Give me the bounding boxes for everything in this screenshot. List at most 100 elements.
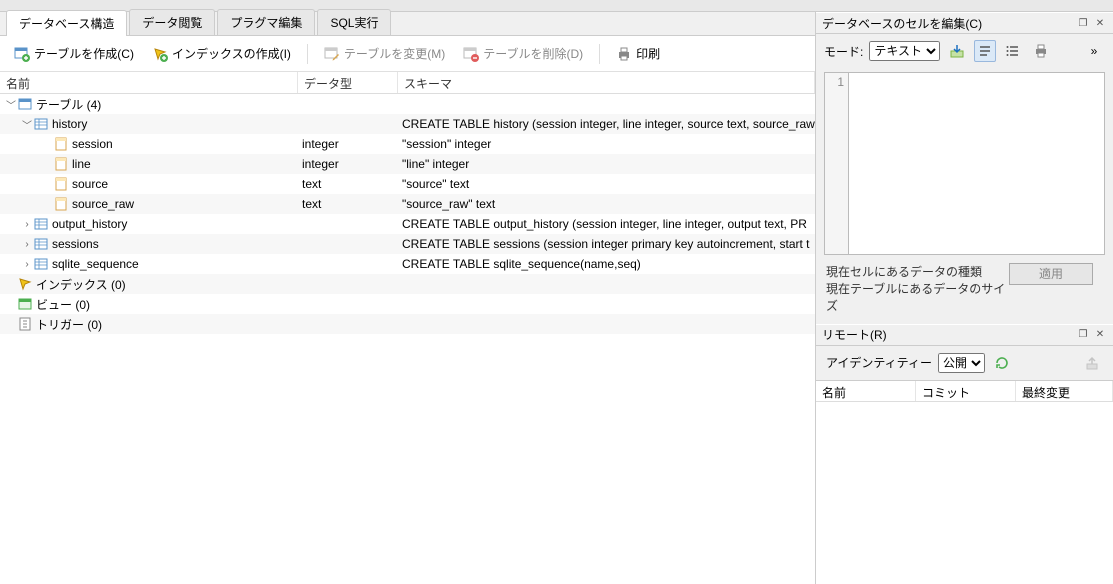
left-pane: データベース構造 データ閲覧 プラグマ編集 SQL実行 テーブルを作成(C) イ… [0,12,816,584]
cell-status: 適用 現在セルにあるデータの種類 現在テーブルにあるデータのサイズ [816,259,1113,318]
right-pane: データベースのセルを編集(C) ❐ ✕ モード: テキスト » 1 適用 現在セ… [816,12,1113,584]
node-schema: CREATE TABLE sqlite_sequence(name,seq) [398,257,815,271]
tab-sql[interactable]: SQL実行 [317,9,391,35]
node-schema: "session" integer [398,137,815,151]
tab-browse[interactable]: データ閲覧 [129,9,215,35]
expander-icon[interactable]: › [20,259,34,270]
tree-node-column[interactable]: line integer "line" integer [0,154,815,174]
column-icon [54,177,68,191]
tab-structure[interactable]: データベース構造 [6,10,127,36]
node-schema: CREATE TABLE output_history (session int… [398,217,815,231]
node-label: インデックス (0) [36,276,126,293]
tree-body: ﹀ テーブル (4) ﹀ history [0,94,815,584]
edit-cell-toolbar: モード: テキスト » [816,34,1113,68]
node-label: テーブル (4) [36,96,101,113]
expander-icon[interactable]: › [20,239,34,250]
more-icon[interactable]: » [1083,40,1105,62]
close-icon[interactable]: ✕ [1093,328,1107,342]
table-delete-icon [463,46,479,62]
remote-list [816,402,1113,584]
node-label: トリガー (0) [36,316,102,333]
node-schema: "source_raw" text [398,197,815,211]
tab-pragma[interactable]: プラグマ編集 [217,9,315,35]
modify-table-label: テーブルを変更(M) [344,45,445,62]
tree-node-sqlite-sequence[interactable]: › sqlite_sequence CREATE TABLE sqlite_se… [0,254,815,274]
remote-header-commit[interactable]: コミット [916,381,1016,401]
import-icon[interactable] [946,40,968,62]
editor-textarea[interactable] [848,72,1105,255]
node-schema: "source" text [398,177,815,191]
node-label: sqlite_sequence [52,257,139,271]
table-icon [34,237,48,251]
toolbar-separator [307,44,308,64]
push-icon[interactable] [1081,352,1103,374]
tree-header-schema[interactable]: スキーマ [398,72,815,93]
panel-title-text: リモート(R) [822,326,887,343]
tree-node-sessions[interactable]: › sessions CREATE TABLE sessions (sessio… [0,234,815,254]
create-index-button[interactable]: インデックスの作成(I) [146,42,297,65]
close-icon[interactable]: ✕ [1093,16,1107,30]
apply-button[interactable]: 適用 [1009,263,1093,285]
text-format-icon[interactable] [974,40,996,62]
node-schema: CREATE TABLE sessions (session integer p… [398,237,815,251]
create-table-button[interactable]: テーブルを作成(C) [8,42,140,65]
remote-header-modified[interactable]: 最終変更 [1016,381,1113,401]
column-icon [54,157,68,171]
list-format-icon[interactable] [1002,40,1024,62]
tree-node-views[interactable]: ビュー (0) [0,294,815,314]
node-type: integer [298,157,398,171]
editor-gutter: 1 [824,72,848,255]
cell-editor: 1 [816,68,1113,259]
remote-table-header: 名前 コミット 最終変更 [816,380,1113,402]
table-edit-icon [324,46,340,62]
tree-node-indices[interactable]: インデックス (0) [0,274,815,294]
printer-icon [616,46,632,62]
tree-node-history[interactable]: ﹀ history CREATE TABLE history (session … [0,114,815,134]
undock-icon[interactable]: ❐ [1076,16,1090,30]
identity-label: アイデンティティー [826,354,932,371]
node-label: source [72,177,108,191]
tree-node-column[interactable]: source_raw text "source_raw" text [0,194,815,214]
tabstrip: データベース構造 データ閲覧 プラグマ編集 SQL実行 [0,12,815,36]
create-index-label: インデックスの作成(I) [172,45,291,62]
tree-node-column[interactable]: session integer "session" integer [0,134,815,154]
node-label: history [52,117,87,131]
delete-table-button[interactable]: テーブルを削除(D) [457,42,589,65]
column-icon [54,137,68,151]
node-schema: "line" integer [398,157,815,171]
tree-node-column[interactable]: source text "source" text [0,174,815,194]
view-icon [18,297,32,311]
print-button[interactable]: 印刷 [610,42,666,65]
status-size-text: 現在テーブルにあるデータのサイズ [826,280,1103,314]
refresh-icon[interactable] [991,352,1013,374]
node-schema: CREATE TABLE history (session integer, l… [398,117,815,131]
tree-node-triggers[interactable]: トリガー (0) [0,314,815,334]
expander-icon[interactable]: › [20,219,34,230]
identity-select[interactable]: 公開 [938,353,985,373]
tree-header-type[interactable]: データ型 [298,72,398,93]
mode-label: モード: [824,43,863,60]
remote-header-name[interactable]: 名前 [816,381,916,401]
expander-icon[interactable]: ﹀ [4,97,18,112]
mode-select[interactable]: テキスト [869,41,940,61]
tree-node-output-history[interactable]: › output_history CREATE TABLE output_his… [0,214,815,234]
print-cell-icon[interactable] [1030,40,1052,62]
table-group-icon [18,97,32,111]
table-icon [34,117,48,131]
node-label: session [72,137,113,151]
tree-header-name[interactable]: 名前 [0,72,298,93]
tree-node-tables[interactable]: ﹀ テーブル (4) [0,94,815,114]
node-label: source_raw [72,197,134,211]
delete-table-label: テーブルを削除(D) [483,45,583,62]
node-type: text [298,177,398,191]
print-label: 印刷 [636,45,660,62]
trigger-icon [18,317,32,331]
node-label: line [72,157,91,171]
expander-icon[interactable]: ﹀ [20,117,34,132]
column-icon [54,197,68,211]
remote-toolbar: アイデンティティー 公開 [816,346,1113,380]
undock-icon[interactable]: ❐ [1076,328,1090,342]
node-type: integer [298,137,398,151]
table-icon [34,257,48,271]
modify-table-button[interactable]: テーブルを変更(M) [318,42,451,65]
